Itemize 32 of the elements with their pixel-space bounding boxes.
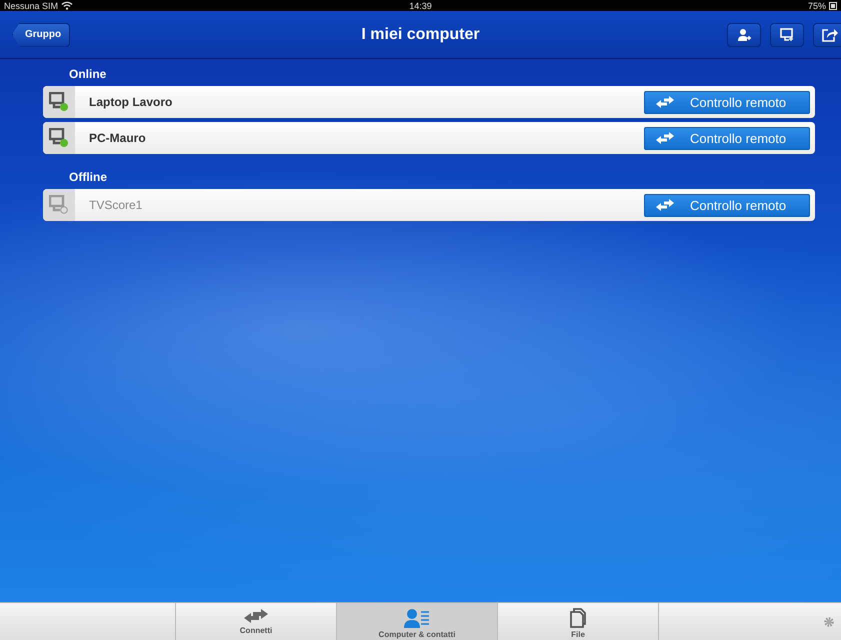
- swap-arrows-icon: [655, 96, 675, 108]
- section-header: Offline: [68, 169, 108, 186]
- share-icon: [822, 28, 838, 42]
- monitor-plus-icon: [780, 28, 794, 42]
- remote-control-button[interactable]: Controllo remoto: [644, 90, 810, 114]
- clock: 14:39: [409, 0, 432, 10]
- back-button[interactable]: Gruppo: [12, 22, 70, 46]
- add-computer-button[interactable]: [770, 22, 804, 46]
- add-contact-button[interactable]: [727, 22, 761, 46]
- tab[interactable]: File: [498, 603, 659, 640]
- computer-name: PC-Mauro: [89, 131, 146, 145]
- contact-list-icon: [404, 608, 430, 628]
- wifi-icon: [61, 1, 74, 10]
- tab[interactable]: Computer & contatti: [337, 603, 498, 640]
- computer-name: TVScore1: [89, 198, 142, 212]
- person-plus-icon: [737, 28, 751, 42]
- battery-icon: [829, 2, 837, 10]
- swap-arrows-icon: [243, 608, 269, 624]
- swap-arrows-icon: [655, 199, 675, 211]
- share-button[interactable]: [813, 22, 841, 46]
- remote-control-button[interactable]: Controllo remoto: [644, 194, 810, 216]
- remote-control-button[interactable]: Controllo remoto: [644, 126, 810, 150]
- computer-row[interactable]: TVScore1 Controllo remoto: [43, 189, 815, 221]
- window-title: I miei computer: [361, 26, 480, 44]
- computer-row[interactable]: Laptop Lavoro Controllo remoto: [43, 86, 815, 118]
- files-icon: [570, 608, 586, 628]
- computer-row[interactable]: PC-Mauro Controllo remoto: [43, 122, 815, 154]
- swap-arrows-icon: [655, 132, 675, 144]
- carrier: Nessuna SIM: [4, 0, 58, 10]
- computer-name: Laptop Lavoro: [89, 95, 172, 109]
- battery-percent: 75%: [808, 0, 826, 10]
- section-header: Online: [68, 66, 108, 83]
